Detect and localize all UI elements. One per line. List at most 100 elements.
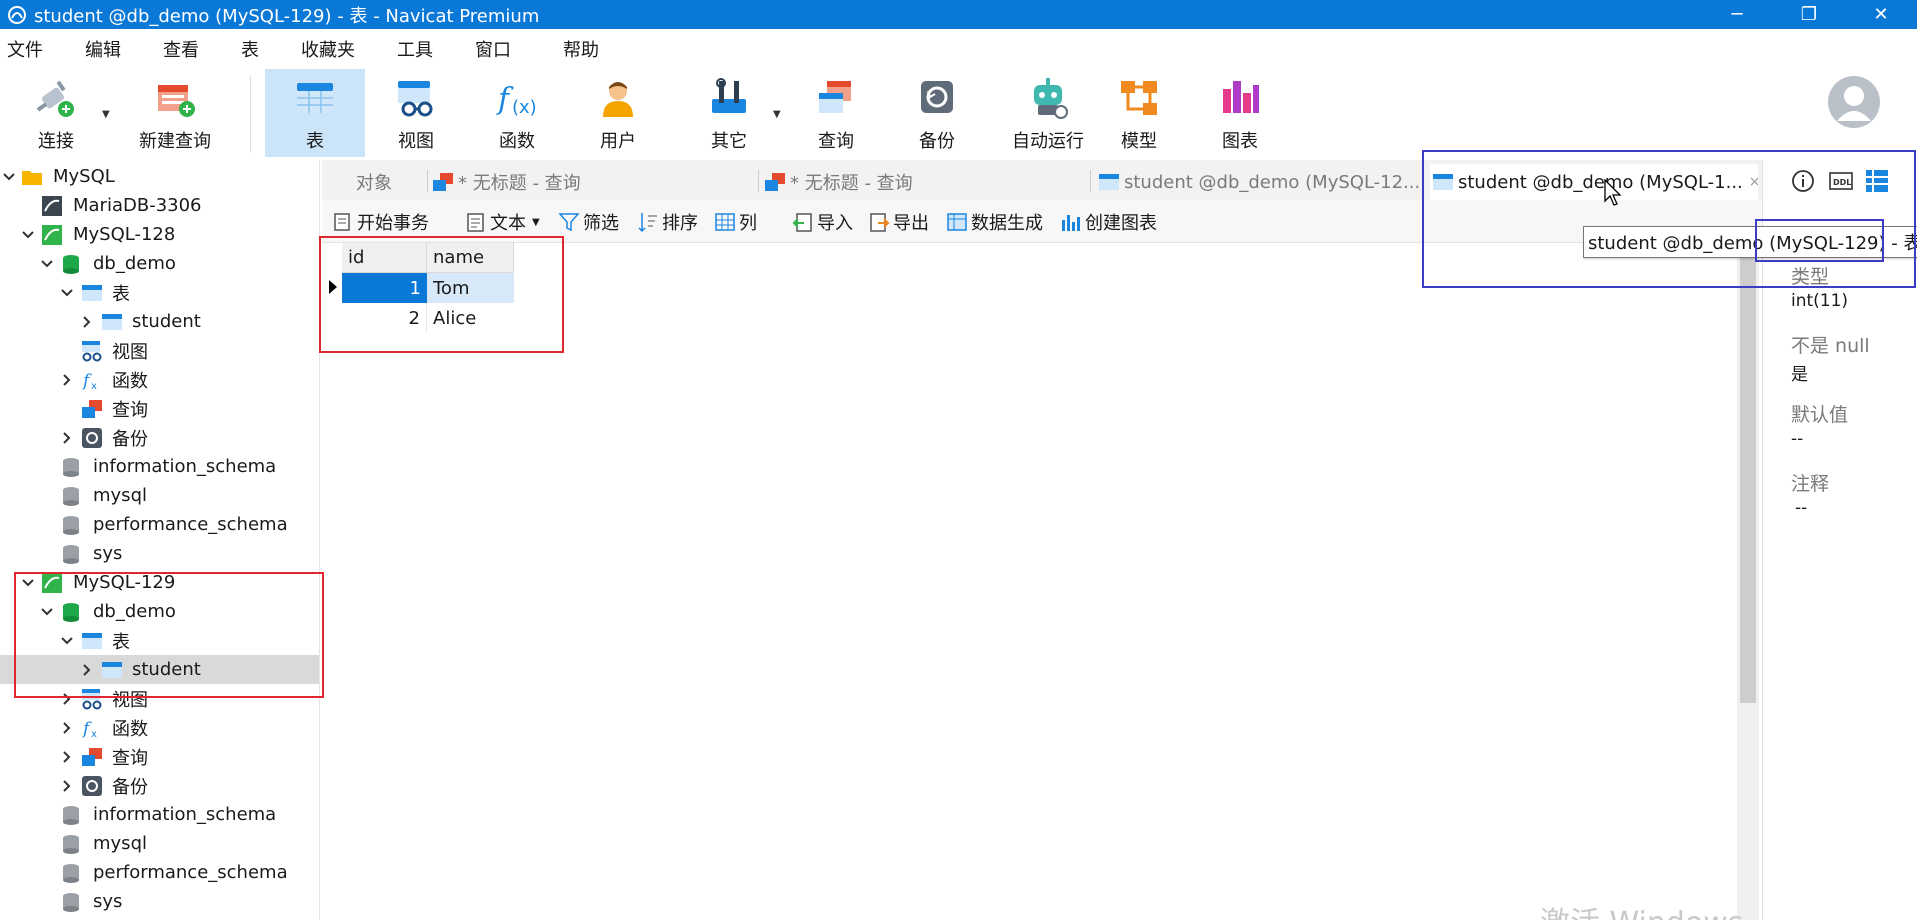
columns-button[interactable]: 列 [714,208,757,236]
menu-help[interactable]: 帮助 [556,36,599,62]
close-window-button[interactable]: ✕ [1845,0,1917,29]
tree-item-sys-128[interactable]: sys [0,539,319,568]
function-button[interactable]: f (x) 函数 [477,69,557,157]
tree-item-student-128[interactable]: student [0,307,319,336]
chevron-right-icon[interactable] [60,721,74,735]
user-avatar-icon[interactable] [1827,75,1881,129]
tab-label: * 无标题 - 查询 [790,173,913,194]
query-button[interactable]: 查询 [796,69,876,157]
chevron-down-icon[interactable] [40,257,54,271]
create-chart-button[interactable]: 创建图表 [1060,208,1157,236]
cell-name[interactable]: Alice [427,303,514,333]
cell-id[interactable]: 2 [342,303,427,333]
tab-student-128[interactable]: student @db_demo (MySQL-12... [1098,164,1422,200]
chevron-right-icon[interactable] [80,663,94,677]
tree-item-db-demo-128[interactable]: db_demo [0,249,319,278]
tree-item-information-schema-129[interactable]: information_schema [0,800,319,829]
connect-button[interactable]: 连接 [20,69,92,157]
menu-window[interactable]: 窗口 [468,36,511,62]
import-icon [792,213,812,232]
chevron-down-icon[interactable] [60,286,74,300]
tree-item-queries-128[interactable]: 查询 [0,394,319,423]
filter-button[interactable]: 筛选 [558,208,619,236]
chevron-down-icon[interactable] [60,634,74,648]
minimize-button[interactable]: ─ [1701,0,1773,29]
other-dropdown-icon[interactable]: ▼ [773,109,781,120]
tree-item-functions-129[interactable]: fx 函数 [0,713,319,742]
scroll-thumb[interactable] [1740,253,1756,703]
begin-transaction-button[interactable]: 开始事务 [332,208,429,236]
tree-item-mysql-root[interactable]: MySQL [0,162,319,191]
menu-table[interactable]: 表 [234,36,259,62]
cell-name[interactable]: Tom [427,273,514,303]
menu-file[interactable]: 文件 [0,36,43,62]
tree-item-db-demo-129[interactable]: db_demo [0,597,319,626]
chart-button[interactable]: 图表 [1200,69,1280,157]
tree-item-views-129[interactable]: 视图 [0,684,319,713]
tree-item-performance-schema-128[interactable]: performance_schema [0,510,319,539]
tree-item-student-129[interactable]: student [0,655,319,684]
tab-query-1[interactable]: * 无标题 - 查询 [432,164,732,200]
chevron-right-icon[interactable] [60,692,74,706]
tree-item-information-schema-128[interactable]: information_schema [0,452,319,481]
grid-view-icon[interactable] [1864,168,1890,194]
begin-transaction-label: 开始事务 [357,213,429,234]
tree-item-mysql-db-128[interactable]: mysql [0,481,319,510]
chevron-down-icon[interactable] [40,605,54,619]
menu-tools[interactable]: 工具 [390,36,433,62]
tab-objects[interactable]: 对象 [322,164,426,200]
tree-item-functions-128[interactable]: fx 函数 [0,365,319,394]
tree-item-performance-schema-129[interactable]: performance_schema [0,858,319,887]
new-query-button[interactable]: 新建查询 [122,69,228,157]
backup-button[interactable]: 备份 [897,69,977,157]
tree-item-mariadb[interactable]: MariaDB-3306 [0,191,319,220]
tree-item-mysql128[interactable]: MySQL-128 [0,220,319,249]
menu-view[interactable]: 查看 [156,36,199,62]
table-button[interactable]: 表 [265,69,365,157]
cell-id[interactable]: 1 [342,273,427,303]
export-button[interactable]: 导出 [868,208,929,236]
chevron-right-icon[interactable] [80,315,94,329]
connect-dropdown-icon[interactable]: ▼ [102,109,110,120]
tree-item-views-128[interactable]: 视图 [0,336,319,365]
tree-item-sys-129[interactable]: sys [0,887,319,916]
text-dropdown-icon[interactable]: ▼ [532,217,540,228]
user-button[interactable]: 用户 [578,69,658,157]
menu-favorites[interactable]: 收藏夹 [294,36,355,62]
menu-edit[interactable]: 编辑 [78,36,121,62]
info-icon[interactable] [1790,168,1816,194]
tree-item-tables-128[interactable]: 表 [0,278,319,307]
tree-item-tables-129[interactable]: 表 [0,626,319,655]
close-tab-icon[interactable]: × [1749,174,1758,190]
text-button[interactable]: 文本 ▼ [465,208,540,236]
chevron-right-icon[interactable] [60,431,74,445]
tree-label: MariaDB-3306 [73,195,202,216]
tree-item-backups-129[interactable]: 备份 [0,771,319,800]
tree-item-mysql-db-129[interactable]: mysql [0,829,319,858]
grid-scrollbar[interactable] [1737,243,1759,920]
view-button[interactable]: 视图 [376,69,456,157]
other-button[interactable]: 其它 [689,69,769,157]
chevron-down-icon[interactable] [2,170,16,184]
column-header-id[interactable]: id [342,243,427,273]
ddl-icon[interactable]: DDL [1828,168,1854,194]
automation-button[interactable]: 自动运行 [998,69,1098,157]
model-button[interactable]: 模型 [1099,69,1179,157]
chevron-down-icon[interactable] [21,576,35,590]
chevron-right-icon[interactable] [60,750,74,764]
tree-item-mysql129[interactable]: MySQL-129 [0,568,319,597]
restore-button[interactable]: ❐ [1773,0,1845,29]
chevron-right-icon[interactable] [60,373,74,387]
chevron-down-icon[interactable] [21,228,35,242]
tree-label: 视图 [112,689,148,711]
sort-button[interactable]: 排序 [637,208,698,236]
chevron-right-icon[interactable] [60,779,74,793]
import-button[interactable]: 导入 [792,208,853,236]
data-generation-button[interactable]: 数据生成 [946,208,1043,236]
tree-item-queries-129[interactable]: 查询 [0,742,319,771]
tab-query-2[interactable]: * 无标题 - 查询 [764,164,1064,200]
tree-item-backups-128[interactable]: 备份 [0,423,319,452]
tab-student-129[interactable]: student @db_demo (MySQL-1... × [1430,164,1758,200]
column-header-name[interactable]: name [427,243,514,273]
not-null-label: 不是 null [1791,335,1870,357]
